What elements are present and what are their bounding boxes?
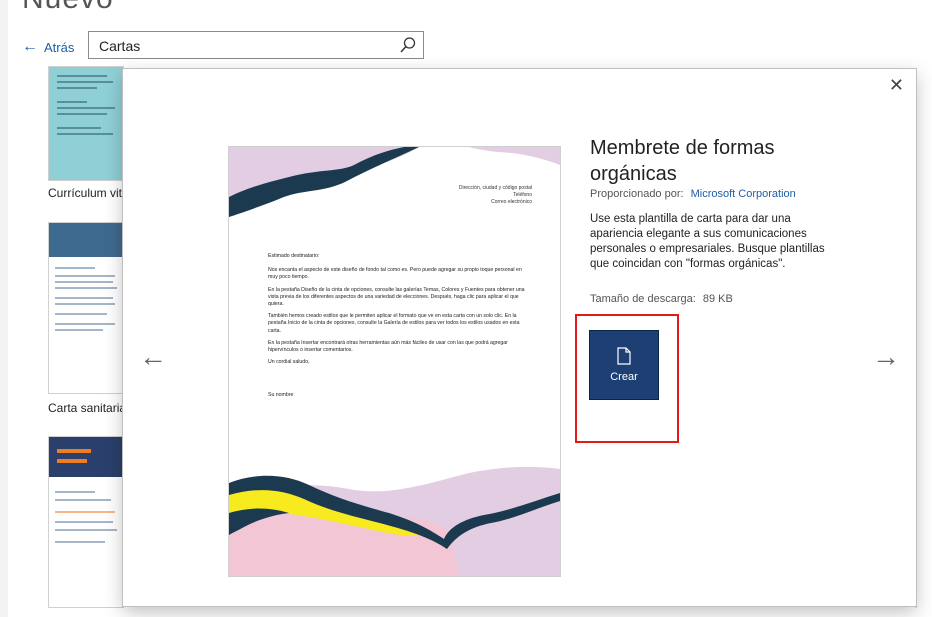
- phone-line: Teléfono: [513, 192, 532, 198]
- document-icon: [617, 347, 631, 365]
- close-icon[interactable]: ✕: [889, 75, 904, 96]
- arrow-right-icon[interactable]: →: [872, 341, 900, 373]
- address-line: Dirección, ciudad y código postal: [458, 185, 532, 191]
- download-size: Tamaño de descarga: 89 KB: [590, 293, 733, 305]
- arrow-left-icon[interactable]: ←: [139, 341, 167, 373]
- download-size-label: Tamaño de descarga:: [590, 293, 696, 305]
- letter-paragraph: Nos encanta el aspecto de este diseño de…: [268, 267, 522, 281]
- page-heading: Nuevo: [22, 0, 114, 16]
- create-button[interactable]: Crear: [589, 330, 659, 400]
- letter-body: Estimado destinatario: Nos encanta el as…: [268, 253, 528, 405]
- back-button[interactable]: ← Atrás: [22, 38, 74, 56]
- search-box[interactable]: [88, 31, 424, 59]
- arrow-left-icon: ←: [22, 38, 38, 55]
- template-thumbnail-orange-letter[interactable]: [48, 436, 124, 608]
- search-input[interactable]: [97, 33, 401, 59]
- template-thumbnail-resume[interactable]: [48, 66, 124, 181]
- template-provider: Proporcionado por: Microsoft Corporation: [590, 188, 796, 200]
- organic-shapes-bottom-decoration: [229, 466, 560, 576]
- template-description: Use esta plantilla de carta para dar una…: [590, 213, 825, 270]
- provider-name: Microsoft Corporation: [690, 188, 796, 200]
- letter-paragraph: En la pestaña Insertar encontrará otras …: [268, 339, 508, 354]
- template-thumbnail-health-letter[interactable]: [48, 222, 124, 394]
- letter-signature: Su nombre: [268, 392, 294, 399]
- search-icon[interactable]: [399, 36, 417, 54]
- provider-label: Proporcionado por:: [590, 188, 684, 200]
- letter-closing: Un cordial saludo,: [268, 359, 310, 366]
- download-size-value: 89 KB: [702, 293, 733, 305]
- email-line: Correo electrónico: [491, 199, 532, 205]
- organic-shapes-top-decoration: [229, 147, 560, 217]
- template-preview-dialog: ✕ ← → Dirección, ciudad y código postal …: [123, 69, 916, 606]
- letter-paragraph: En la pestaña Diseño de la cinta de opci…: [268, 286, 525, 308]
- template-title: Membrete de formas orgánicas: [590, 137, 775, 185]
- letter-paragraph: También hemos creado estilos que le perm…: [268, 313, 520, 334]
- template-preview-document: Dirección, ciudad y código postal Teléfo…: [228, 146, 561, 577]
- create-label: Crear: [610, 371, 638, 383]
- sender-address: Dirección, ciudad y código postal Teléfo…: [459, 185, 532, 206]
- letter-greeting: Estimado destinatario:: [268, 253, 320, 259]
- back-label: Atrás: [44, 39, 75, 55]
